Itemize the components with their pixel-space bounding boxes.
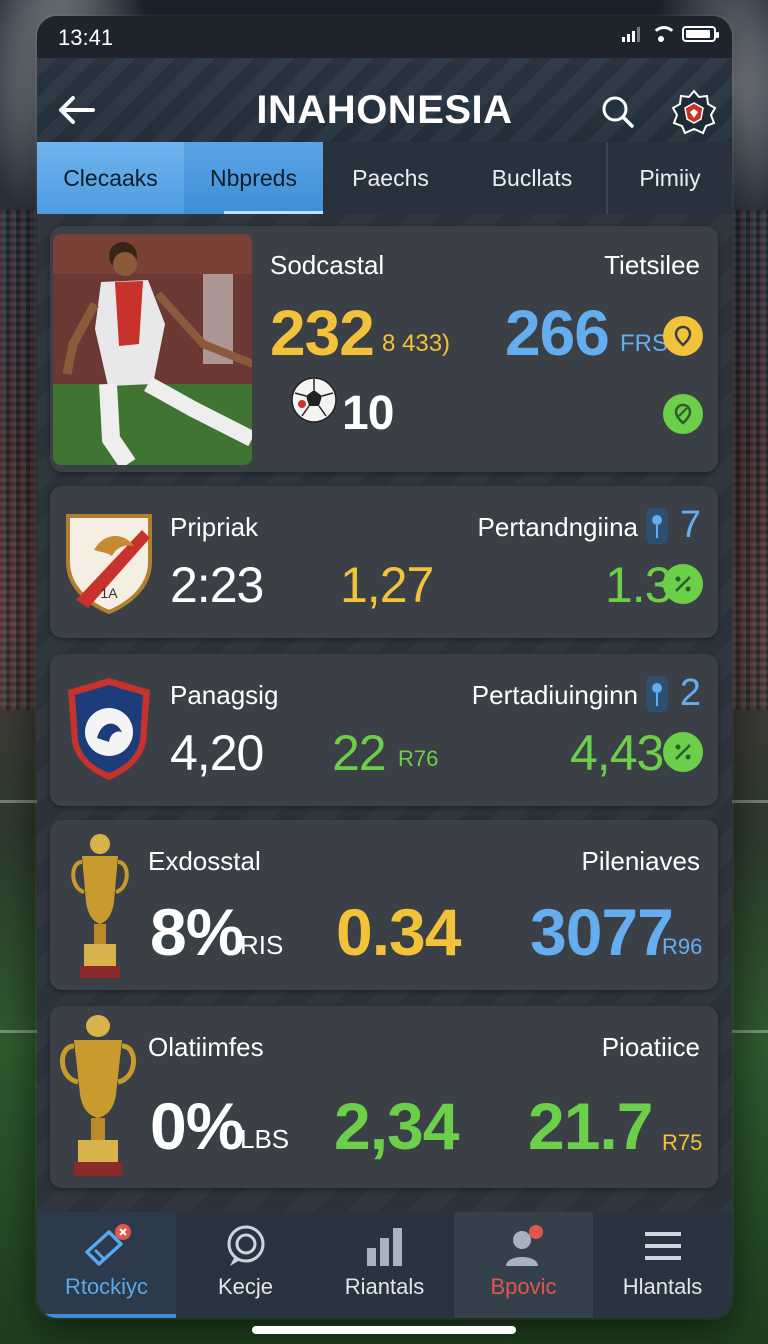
search-icon (602, 96, 634, 128)
menu-icon (644, 1232, 681, 1260)
nav-item-riantals[interactable]: Riantals (315, 1212, 454, 1318)
svg-text:1A: 1A (100, 585, 118, 601)
percent-icon[interactable] (663, 732, 703, 772)
trophy-icon (71, 834, 129, 978)
signal-icon (622, 26, 640, 42)
wifi-icon (650, 26, 677, 42)
pin-icon (646, 676, 668, 712)
stat-card[interactable]: Olatiimfes Pioatiice 0% LBS 2,34 21.7 R7… (50, 1006, 718, 1188)
location-pin-icon[interactable] (663, 316, 703, 356)
nav-label: Kecje (217, 1274, 274, 1299)
tab-label: Nbpreds (210, 164, 297, 191)
stat-value: 10 (342, 387, 394, 440)
battery-icon (682, 26, 719, 42)
status-icons (622, 26, 719, 42)
percent-icon[interactable] (663, 564, 703, 604)
stat-sub-value: LBS (240, 1124, 290, 1154)
stat-label-left: Panagsig (170, 680, 279, 710)
nav-label: Hlantals (622, 1274, 703, 1299)
tab-label: Pimiiy (639, 164, 701, 191)
stat-value: 0.34 (336, 895, 461, 969)
stat-count: 7 (679, 504, 701, 546)
stat-label-left: Exdosstal (148, 846, 261, 876)
stat-sub-value: 8 433) (382, 330, 451, 357)
stats-list: Sodcastal Tietsilee 232 8 433) 266 FRS 1… (37, 214, 732, 1212)
stat-sub-value: FRS (620, 330, 668, 357)
tab-nbpreds[interactable]: Nbpreds (184, 142, 323, 214)
ticket-icon (84, 1224, 131, 1266)
bar-chart-icon (366, 1228, 402, 1266)
pin-icon (646, 508, 668, 544)
stat-label-left: Sodcastal (270, 250, 385, 280)
tab-label: Clecaaks (63, 164, 158, 191)
club-crest-icon (671, 89, 717, 135)
tab-bucllats[interactable]: Bucllats (458, 142, 606, 214)
stat-label-right: Pioatiice (601, 1032, 700, 1062)
club-crest-icon: 1A (66, 514, 152, 614)
stat-label-left: Pripriak (170, 512, 259, 542)
stat-label-right: Pileniaves (581, 846, 700, 876)
profile-icon (505, 1225, 543, 1266)
stat-value: 1,27 (340, 557, 434, 613)
tab-clecaaks[interactable]: Clecaaks (37, 142, 184, 214)
stat-card[interactable]: 1A Pripriak Pertandngiina 7 2:23 1,27 1.… (50, 486, 718, 638)
tab-paechs[interactable]: Paechs (323, 142, 458, 214)
stat-value: 1.3 (605, 557, 673, 613)
stat-value: 22 (332, 725, 387, 781)
stat-sub-value: R96 (662, 934, 703, 959)
stat-value: 4,43 (570, 725, 664, 781)
tab-pimiiy[interactable]: Pimiiy (606, 142, 732, 214)
bottom-nav: Rtockiyc Kecje Riantals Bpovic Hlantals (37, 1212, 732, 1318)
stat-sub-value: RIS (240, 930, 284, 960)
stat-value: 8% (150, 895, 244, 969)
nav-item-hlantals[interactable]: Hlantals (593, 1212, 732, 1318)
stat-value: 4,20 (170, 725, 264, 781)
tab-label: Paechs (352, 164, 429, 191)
stat-value: 21.7 (528, 1089, 653, 1163)
nav-label: Bpovic (490, 1274, 557, 1299)
nav-label: Riantals (344, 1274, 425, 1299)
stat-value: 266 (505, 297, 610, 369)
stat-label-right: Pertadiuinginn (471, 680, 638, 710)
stat-value: 232 (270, 297, 375, 369)
nav-label: Rtockiyc (64, 1274, 149, 1299)
nav-item-bpovic[interactable]: Bpovic (454, 1212, 593, 1318)
stat-card[interactable]: Panagsig Pertadiuinginn 2 4,20 22 R76 4,… (50, 654, 718, 806)
stat-label-right: Tietsilee (604, 250, 700, 280)
status-bar: 13:41 (37, 16, 732, 58)
stat-label-right: Pertandngiina (477, 512, 638, 542)
trophy-icon (60, 1015, 136, 1176)
nav-item-rtockiyc[interactable]: Rtockiyc (37, 1212, 176, 1318)
stat-count: 2 (679, 672, 701, 714)
search-button[interactable] (598, 92, 638, 132)
stat-card[interactable]: Exdosstal Pileniaves 8% RIS 0.34 3077 R9… (50, 820, 718, 990)
tab-bar: Clecaaks Nbpreds Paechs Bucllats Pimiiy (37, 142, 732, 214)
nav-item-kecje[interactable]: Kecje (176, 1212, 315, 1318)
stat-value: 2:23 (170, 557, 264, 613)
club-badge-button[interactable] (670, 88, 718, 136)
stat-value: 3077 (530, 895, 674, 969)
location-pin-icon[interactable] (663, 394, 703, 434)
stat-value: 2,34 (334, 1089, 459, 1163)
stat-sub-value: R76 (398, 746, 439, 771)
player-photo (53, 234, 252, 465)
home-indicator[interactable] (252, 1326, 516, 1334)
stat-value: 0% (150, 1089, 244, 1163)
stat-label-left: Olatiimfes (148, 1032, 264, 1062)
stat-sub-value: R75 (662, 1130, 703, 1155)
app-window: 13:41 INAHONESIA Clecaaks Nbpreds Paechs… (37, 16, 732, 1318)
club-crest-icon (68, 678, 150, 780)
tab-label: Bucllats (491, 164, 573, 191)
chat-icon (227, 1225, 264, 1266)
status-time: 13:41 (58, 25, 114, 50)
stat-card[interactable]: Sodcastal Tietsilee 232 8 433) 266 FRS 1… (50, 226, 718, 472)
football-icon (291, 377, 337, 423)
